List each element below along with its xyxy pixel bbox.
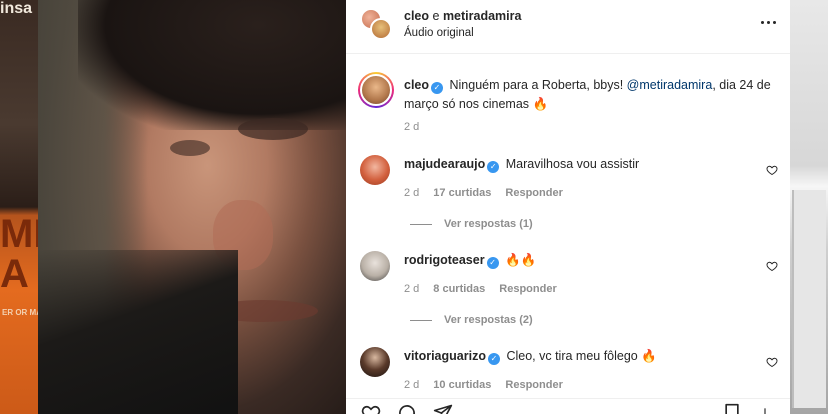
more-options-icon[interactable] [758, 403, 772, 414]
comment-body: vitoriaguarizo ✓ Cleo, vc tira meu fôlego… [404, 348, 657, 365]
reel-video[interactable] [38, 0, 346, 414]
video-hair [78, 0, 346, 130]
save-icon[interactable] [722, 403, 742, 414]
post-panel: cleo e metiradamira Áudio original cleo ✓… [346, 0, 790, 414]
action-bar [346, 398, 790, 414]
comment-time[interactable]: 2 d [404, 379, 419, 391]
verified-icon: ✓ [431, 82, 444, 94]
reply-button[interactable]: Responder [499, 283, 556, 295]
comment-username[interactable]: majudearaujo [404, 157, 485, 171]
reply-button[interactable]: Responder [505, 187, 562, 199]
avatar [370, 18, 392, 40]
heart-icon[interactable] [766, 356, 778, 368]
video-eye [238, 118, 308, 140]
heart-icon[interactable] [766, 164, 778, 176]
avatar[interactable] [360, 155, 390, 185]
avatar[interactable] [360, 251, 390, 281]
comment-username[interactable]: vitoriaguarizo [404, 349, 486, 363]
comment-body: rodrigoteaser ✓ 🔥🔥 [404, 252, 536, 269]
background-left [0, 0, 38, 414]
more-icon[interactable] [754, 12, 782, 32]
share-icon[interactable] [432, 403, 454, 414]
caption-text-1: Ninguém para a Roberta, bbys! [446, 78, 627, 92]
comment-text: 🔥🔥 [505, 253, 537, 267]
heart-icon[interactable] [766, 260, 778, 272]
avatar[interactable] [360, 347, 390, 377]
background-right-strip [792, 190, 826, 408]
comment-meta: 2 d 17 curtidas Responder [404, 187, 577, 199]
author-link-cleo[interactable]: cleo [404, 9, 429, 23]
background-poster-small: ER OR MA [2, 308, 42, 317]
collab-avatars[interactable] [360, 8, 392, 40]
view-replies-button[interactable]: Ver respostas (2) [410, 314, 533, 326]
comment-meta: 2 d 8 curtidas Responder [404, 283, 571, 295]
comment-text: Cleo, vc tira meu fôlego 🔥 [506, 349, 657, 363]
verified-icon: ✓ [487, 161, 500, 173]
caption-timestamp[interactable]: 2 d [404, 121, 419, 133]
caption-username[interactable]: cleo [404, 78, 429, 92]
view-replies-label: Ver respostas (1) [444, 218, 533, 230]
post-authors: cleo e metiradamira [404, 9, 521, 23]
video-eye [170, 140, 210, 156]
view-replies-button[interactable]: Ver respostas (1) [410, 218, 533, 230]
post-caption: cleo ✓ Ninguém para a Roberta, bbys! @met… [404, 76, 780, 114]
comment-likes[interactable]: 10 curtidas [433, 379, 491, 391]
background-logo-text: insa [0, 0, 33, 17]
comment-meta: 2 d 10 curtidas Responder [404, 379, 577, 391]
verified-icon: ✓ [487, 353, 500, 365]
comment-text: Maravilhosa vou assistir [505, 157, 640, 171]
like-icon[interactable] [360, 403, 382, 414]
comment-likes[interactable]: 8 curtidas [433, 283, 485, 295]
view-replies-label: Ver respostas (2) [444, 314, 533, 326]
author-link-metiradamira[interactable]: metiradamira [443, 9, 522, 23]
comment-icon[interactable] [396, 403, 418, 414]
reply-button[interactable]: Responder [505, 379, 562, 391]
video-coat [38, 250, 238, 414]
caption-mention[interactable]: @metiradamira [627, 78, 713, 92]
comment-time[interactable]: 2 d [404, 187, 419, 199]
comment-likes[interactable]: 17 curtidas [433, 187, 491, 199]
audio-link[interactable]: Áudio original [404, 27, 474, 39]
comment-time[interactable]: 2 d [404, 283, 419, 295]
verified-icon: ✓ [486, 257, 499, 269]
comment-body: majudearaujo ✓ Maravilhosa vou assistir [404, 156, 639, 173]
avatar[interactable] [358, 72, 394, 108]
post-header: cleo e metiradamira Áudio original [346, 0, 790, 54]
author-connector: e [432, 9, 440, 23]
comment-username[interactable]: rodrigoteaser [404, 253, 485, 267]
